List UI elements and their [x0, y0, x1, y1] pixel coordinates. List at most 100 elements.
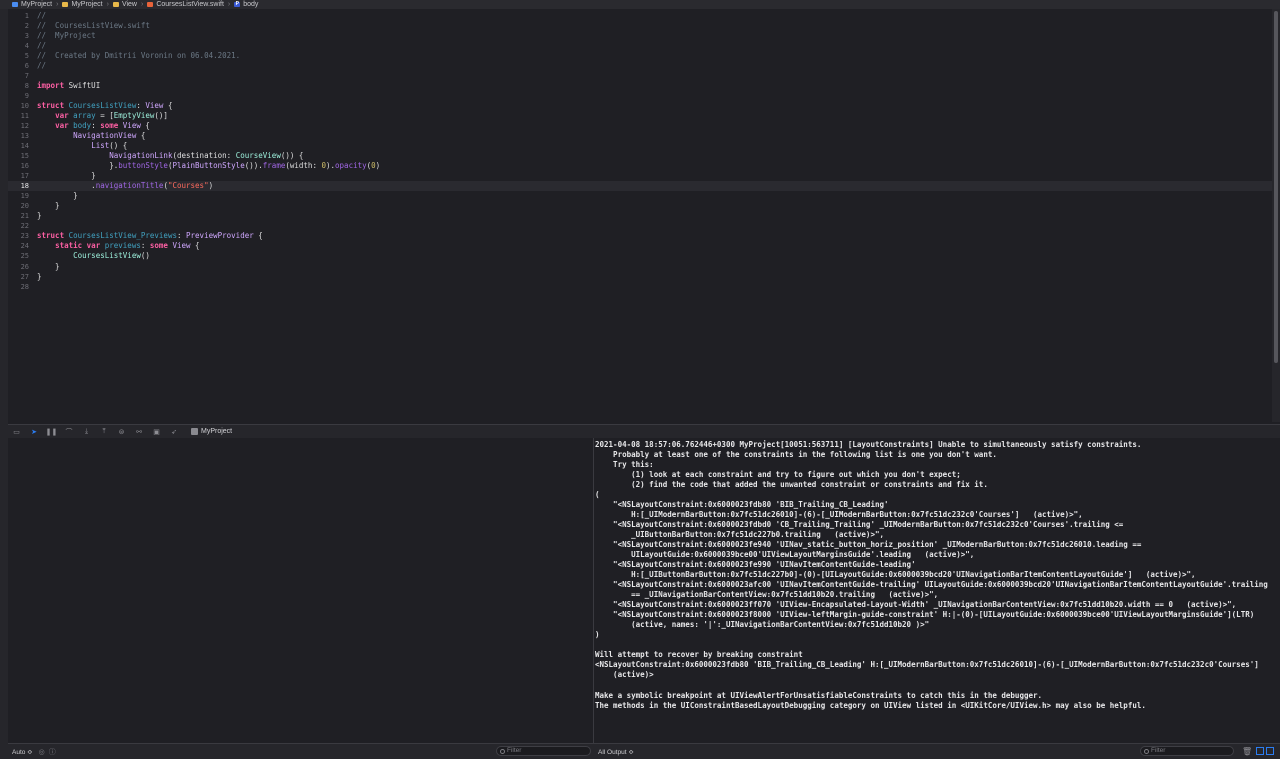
scope-select[interactable]: Auto ≎ — [12, 748, 33, 756]
output-select[interactable]: All Output ≎ — [598, 748, 634, 756]
console-line: "<NSLayoutConstraint:0x6000023fe990 'UIN… — [595, 560, 916, 570]
variables-filter-input[interactable]: Filter — [496, 746, 591, 756]
crumb-group[interactable]: MyProject — [62, 0, 103, 9]
line-number[interactable]: 24 — [8, 241, 29, 251]
info-icon[interactable]: ⓘ — [49, 747, 56, 757]
console-line: "<NSLayoutConstraint:0x6000023fdbd0 'CB_… — [595, 520, 1124, 530]
line-number[interactable]: 16 — [8, 161, 29, 171]
line-number[interactable]: 26 — [8, 262, 29, 272]
simulate-location-icon[interactable]: ➶ — [170, 428, 179, 436]
crumb-file[interactable]: CoursesListView.swift — [147, 0, 224, 9]
line-number[interactable]: 13 — [8, 131, 29, 141]
code-line[interactable]: NavigationView { — [37, 131, 1272, 141]
console-line: "<NSLayoutConstraint:0x6000023fe940 'UIN… — [595, 540, 1142, 550]
variables-view[interactable] — [8, 438, 594, 743]
memory-graph-icon[interactable]: ⚯ — [135, 428, 144, 436]
line-number[interactable]: 6 — [8, 61, 29, 71]
code-line[interactable]: import SwiftUI — [37, 81, 1272, 91]
line-number[interactable]: 20 — [8, 201, 29, 211]
code-line[interactable]: } — [37, 191, 1272, 201]
line-number[interactable]: 9 — [8, 91, 29, 101]
line-number[interactable]: 28 — [8, 282, 29, 292]
code-line[interactable]: struct CoursesListView: View { — [37, 101, 1272, 111]
code-line[interactable]: var body: some View { — [37, 121, 1272, 131]
hide-debug-area-icon[interactable]: ▭ — [12, 428, 21, 436]
line-number[interactable]: 8 — [8, 81, 29, 91]
code-token: : — [91, 121, 101, 131]
crumb-folder[interactable]: View — [112, 0, 137, 9]
project-icon — [12, 2, 18, 7]
line-number[interactable]: 12 — [8, 121, 29, 131]
step-into-icon[interactable]: ⤓ — [82, 427, 91, 436]
console-filter-input[interactable]: Filter — [1140, 746, 1234, 756]
code-line[interactable]: var array = [EmptyView()] — [37, 111, 1272, 121]
line-number[interactable]: 3 — [8, 31, 29, 41]
debug-view-hierarchy-icon[interactable]: ⊜ — [117, 428, 126, 436]
console-line: Probably at least one of the constraints… — [595, 450, 997, 460]
console-line: ) — [595, 630, 600, 640]
code-line[interactable]: }.buttonStyle(PlainButtonStyle()).frame(… — [37, 161, 1272, 171]
line-number[interactable]: 5 — [8, 51, 29, 61]
line-number[interactable]: 11 — [8, 111, 29, 121]
code-line[interactable]: } — [37, 272, 1272, 282]
code-line[interactable]: } — [37, 171, 1272, 181]
crumb-label: CoursesListView.swift — [156, 1, 224, 8]
environment-overrides-icon[interactable]: ▣ — [152, 428, 161, 436]
line-number[interactable]: 4 — [8, 41, 29, 51]
code-token: CoursesListView_Previews — [68, 231, 177, 241]
console-line: H:[_UIButtonBarButton:0x7fc51dc227b0]-(0… — [595, 570, 1196, 580]
code-line[interactable]: List() { — [37, 141, 1272, 151]
line-number[interactable]: 23 — [8, 231, 29, 241]
code-line[interactable]: CoursesListView() — [37, 251, 1272, 261]
code-line[interactable]: // Created by Dmitrii Voronin on 06.04.2… — [37, 51, 1272, 61]
code-line[interactable]: // — [37, 11, 1272, 21]
debug-target[interactable]: MyProject — [191, 428, 232, 435]
editor-scrollbar[interactable] — [1272, 9, 1280, 422]
crumb-symbol[interactable]: Pbody — [234, 0, 258, 9]
line-number[interactable]: 27 — [8, 272, 29, 282]
breakpoints-toggle-icon[interactable]: ➤ — [30, 428, 39, 436]
code-line[interactable]: // — [37, 61, 1272, 71]
scrollbar-thumb[interactable] — [1274, 11, 1278, 363]
pause-icon[interactable]: ❚❚ — [46, 428, 58, 436]
console-line: <NSLayoutConstraint:0x6000023fdb80 'BIB_… — [595, 660, 1259, 670]
line-number[interactable]: 7 — [8, 71, 29, 81]
source-editor[interactable]: 1 2 3 4 5 6 7 8 9 10 11 12 13 14 15 16 17 18 19 20 21 22 23 24 2… — [8, 9, 1272, 422]
line-number[interactable]: 1 — [8, 11, 29, 21]
code-line[interactable]: NavigationLink(destination: CourseView()… — [37, 151, 1272, 161]
line-number[interactable]: 21 — [8, 211, 29, 221]
code-line[interactable]: // MyProject — [37, 31, 1272, 41]
code-line[interactable]: // CoursesListView.swift — [37, 21, 1272, 31]
code-line[interactable]: } — [37, 201, 1272, 211]
code-token: . — [37, 181, 96, 191]
line-number[interactable]: 2 — [8, 21, 29, 31]
line-number[interactable]: 25 — [8, 251, 29, 261]
code-line[interactable]: .navigationTitle("Courses") — [37, 181, 1272, 191]
line-number[interactable]: 10 — [8, 101, 29, 111]
line-number[interactable]: 17 — [8, 171, 29, 181]
trash-icon[interactable]: 🗑︎ — [1242, 747, 1252, 756]
crumb-label: MyProject — [71, 1, 103, 8]
crumb-project[interactable]: MyProject — [12, 0, 52, 9]
line-number[interactable]: 14 — [8, 141, 29, 151]
code-line[interactable]: } — [37, 262, 1272, 272]
code-line[interactable]: struct CoursesListView_Previews: Preview… — [37, 231, 1272, 241]
line-number[interactable]: 18 — [8, 181, 29, 191]
code-line[interactable]: } — [37, 211, 1272, 221]
code-area[interactable]: //// CoursesListView.swift// MyProject//… — [37, 9, 1272, 422]
line-number[interactable]: 22 — [8, 221, 29, 231]
code-token: static — [55, 241, 83, 251]
split-right-icon[interactable] — [1266, 747, 1274, 755]
code-line[interactable]: static var previews: some View { — [37, 241, 1272, 251]
step-over-icon[interactable]: ⌒ — [65, 428, 74, 436]
eye-icon[interactable]: ◎ — [39, 748, 45, 756]
line-number[interactable]: 15 — [8, 151, 29, 161]
line-number-gutter[interactable]: 1 2 3 4 5 6 7 8 9 10 11 12 13 14 15 16 17 18 19 20 21 22 23 24 2… — [8, 9, 32, 422]
console-output[interactable]: 2021-04-08 18:57:06.762446+0300 MyProjec… — [594, 438, 1280, 743]
split-left-icon[interactable] — [1256, 747, 1264, 755]
code-token: struct — [37, 101, 65, 111]
line-number[interactable]: 19 — [8, 191, 29, 201]
code-line[interactable]: // — [37, 41, 1272, 51]
step-out-icon[interactable]: ⤒ — [100, 427, 109, 436]
